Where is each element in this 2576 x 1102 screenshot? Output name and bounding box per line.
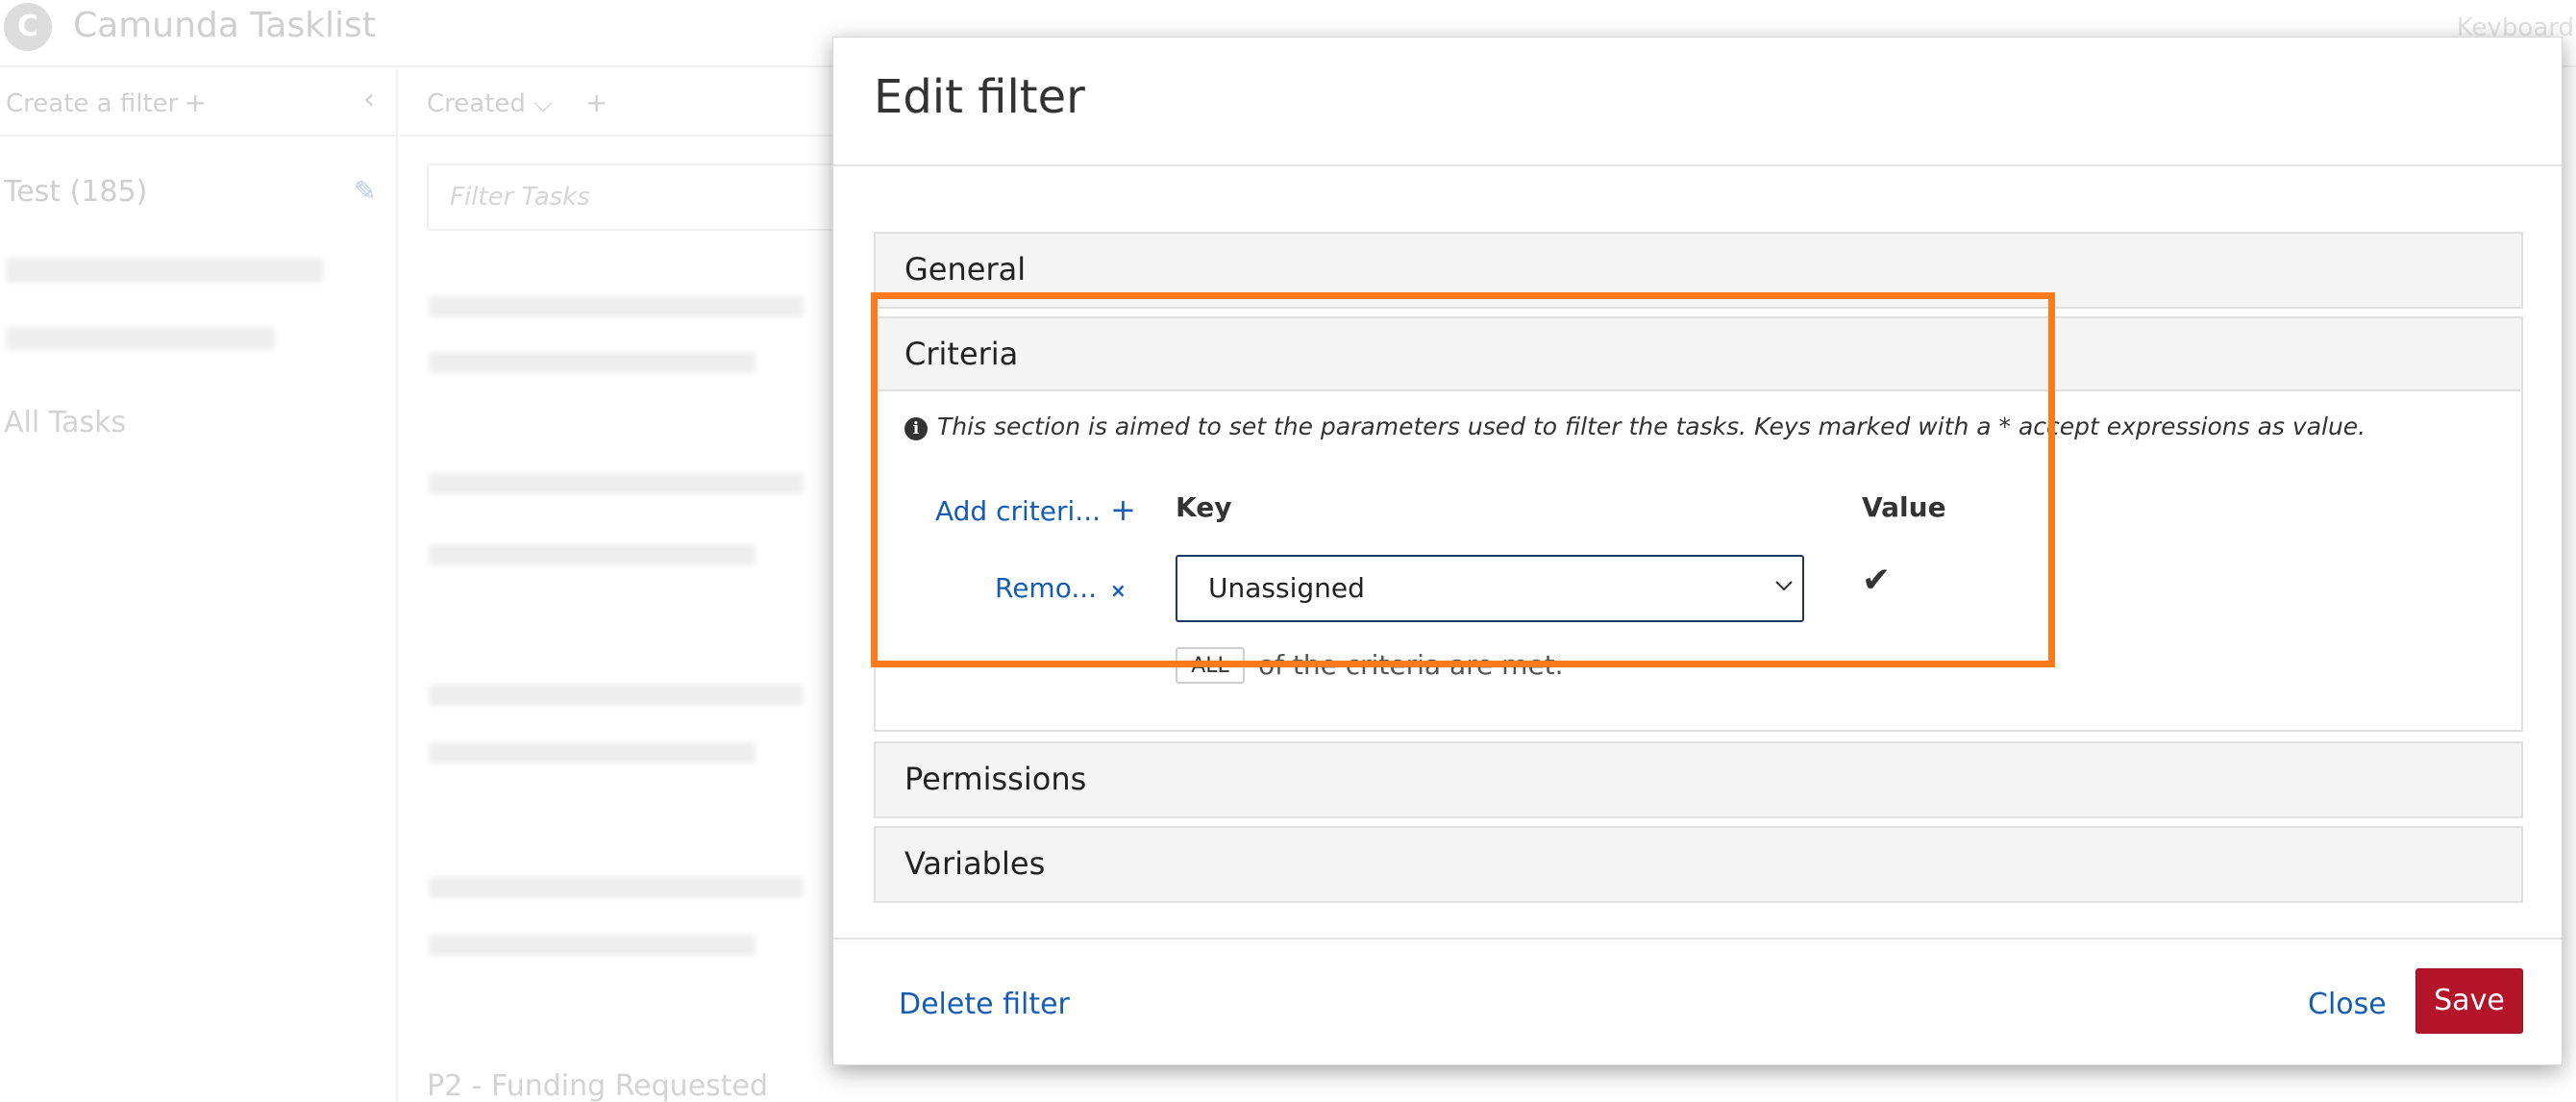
collapse-sidebar-icon[interactable]: ‹: [363, 83, 375, 116]
blurred-task-item: [429, 742, 755, 764]
save-button[interactable]: Save: [2415, 968, 2523, 1034]
dialog-body: General Criteria i This section is aimed …: [833, 166, 2562, 936]
remove-criteria-label: Remo...: [995, 572, 1098, 604]
filter-sidebar: Create a filter + ‹ Test (185) ✎ All Task…: [0, 69, 398, 1102]
add-criteria-label: Add criteri...: [935, 495, 1101, 527]
variables-section: Variables: [874, 826, 2523, 903]
create-filter-label: Create a filter: [6, 89, 179, 118]
add-sort-icon[interactable]: +: [585, 87, 607, 118]
delete-filter-button[interactable]: Delete filter: [899, 988, 1070, 1021]
general-section: General: [874, 232, 2523, 309]
blurred-task-item: [429, 544, 755, 565]
remove-criteria-button[interactable]: Remo... ×: [995, 572, 1127, 604]
permissions-section-header[interactable]: Permissions: [876, 743, 2521, 816]
filter-tasks-field[interactable]: [427, 163, 850, 231]
divider: [400, 135, 861, 137]
checkmark-icon: ✔: [1862, 561, 1892, 600]
blurred-task-item: [429, 352, 755, 373]
blurred-filter-description: [6, 258, 323, 283]
camunda-logo-icon: C: [4, 3, 52, 51]
task-item-title[interactable]: P2 - Funding Requested: [427, 1069, 768, 1102]
dialog-footer: Delete filter Close Save: [833, 938, 2562, 1066]
criteria-section-header[interactable]: Criteria: [876, 318, 2521, 391]
close-button[interactable]: Close: [2308, 988, 2387, 1021]
value-column-header: Value: [1862, 491, 1946, 523]
blurred-task-item: [429, 473, 804, 494]
criteria-section: Criteria i This section is aimed to set t…: [874, 316, 2523, 732]
close-icon: ×: [1110, 579, 1127, 602]
match-mode-description: of the criteria are met.: [1258, 649, 1564, 681]
blurred-task-item: [429, 877, 804, 898]
plus-icon: +: [184, 87, 207, 118]
filter-tasks-input[interactable]: [429, 165, 848, 229]
blurred-task-item: [429, 685, 804, 706]
app-title: Camunda Tasklist: [73, 6, 376, 45]
edit-filter-icon[interactable]: ✎: [354, 175, 376, 207]
variables-section-header[interactable]: Variables: [876, 828, 2521, 901]
task-list: Created ⌵ + P2 - Funding Requested: [400, 69, 861, 1102]
criteria-help-text: i This section is aimed to set the parame…: [904, 413, 2365, 440]
key-column-header: Key: [1176, 491, 1232, 523]
add-criteria-button[interactable]: Add criteri... +: [935, 491, 1136, 528]
dialog-header: Edit filter: [833, 38, 2562, 166]
dialog-title: Edit filter: [874, 70, 1085, 124]
divider: [0, 135, 398, 137]
chevron-down-icon: [1773, 574, 1795, 603]
sort-label: Created: [427, 89, 526, 118]
sidebar-item-all-tasks[interactable]: All Tasks: [4, 406, 126, 439]
criteria-key-select[interactable]: Unassigned: [1176, 555, 1804, 622]
plus-icon: +: [1110, 491, 1136, 528]
blurred-task-item: [429, 296, 804, 317]
criteria-key-value: Unassigned: [1208, 572, 1365, 604]
info-icon: i: [904, 417, 928, 440]
permissions-section: Permissions: [874, 741, 2523, 818]
edit-filter-dialog: Edit filter General Criteria i This secti…: [832, 37, 2563, 1065]
sidebar-item-test-filter[interactable]: Test (185): [4, 175, 147, 209]
create-filter-button[interactable]: Create a filter +: [6, 87, 207, 118]
blurred-filter-description: [6, 327, 275, 350]
blurred-task-item: [429, 935, 755, 956]
match-mode-toggle[interactable]: ALL: [1176, 647, 1245, 684]
sort-by-created-button[interactable]: Created ⌵ +: [427, 87, 607, 119]
general-section-header[interactable]: General: [876, 234, 2521, 307]
criteria-help-label: This section is aimed to set the paramet…: [937, 413, 2366, 440]
chevron-down-icon: ⌵: [533, 89, 553, 118]
